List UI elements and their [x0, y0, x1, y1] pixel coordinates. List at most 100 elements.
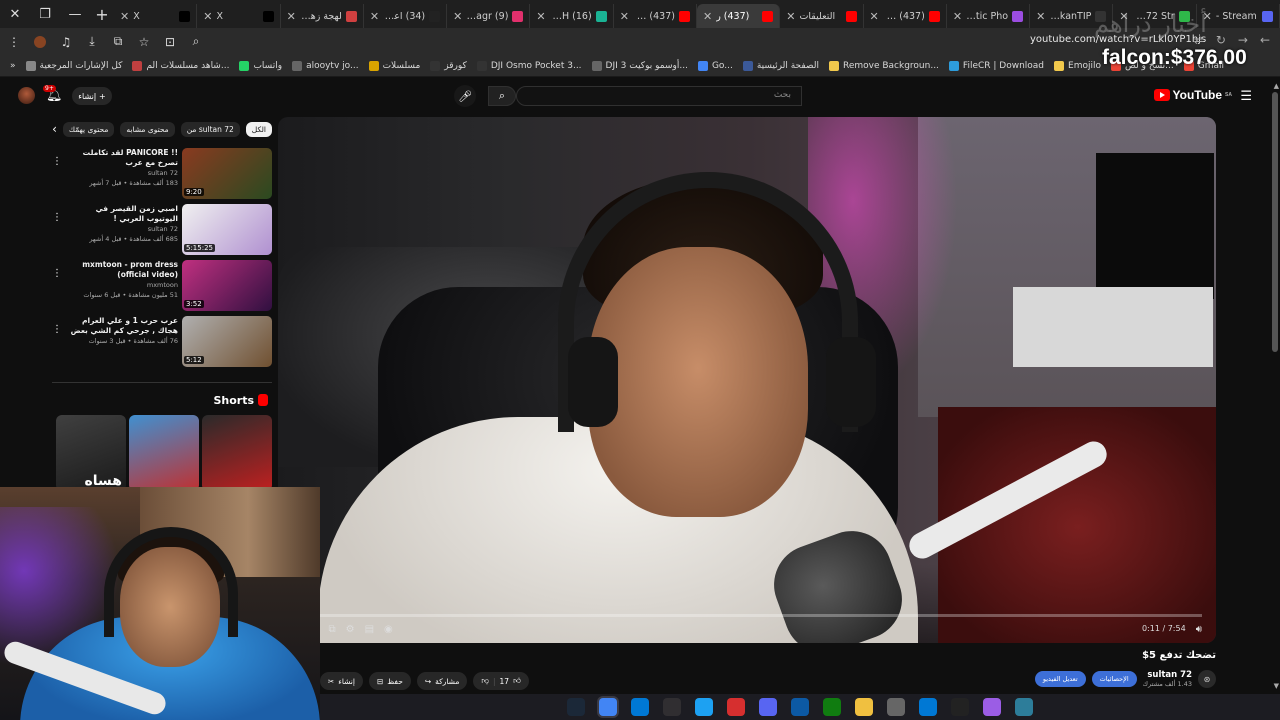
- bookmark-item[interactable]: FileCR | Download: [948, 60, 1044, 71]
- channel-name[interactable]: sultan 72: [1143, 670, 1192, 680]
- clip-button[interactable]: ✂ إنشاء: [320, 672, 363, 690]
- browser-tab[interactable]: ✕ التعليقات: [780, 4, 864, 28]
- xbox-icon[interactable]: [823, 698, 841, 716]
- explorer-icon[interactable]: [855, 698, 873, 716]
- settings-icon[interactable]: [887, 698, 905, 716]
- autoplay-toggle-icon[interactable]: ◉: [384, 624, 393, 635]
- bookmark-item[interactable]: شاهد مسلسلات الم...: [132, 60, 229, 71]
- edit-video-button[interactable]: تعديل الفيديو: [1034, 671, 1086, 687]
- menu-dots-icon[interactable]: ⋮: [6, 34, 22, 50]
- browser-tab[interactable]: ✕ (437) ر: [696, 4, 781, 28]
- bookmark-item[interactable]: Go...: [697, 60, 733, 71]
- browser-tab[interactable]: ✕ (9) Instagr: [447, 4, 531, 28]
- tab-close-icon[interactable]: ✕: [1036, 10, 1045, 23]
- tab-close-icon[interactable]: ✕: [786, 10, 795, 23]
- bing-icon[interactable]: [1015, 698, 1033, 716]
- scroll-thumb[interactable]: [1272, 92, 1278, 352]
- minimize-icon[interactable]: —: [60, 0, 90, 28]
- app-red-icon[interactable]: [727, 698, 745, 716]
- search-input[interactable]: بحث: [516, 86, 802, 106]
- steam-icon[interactable]: [567, 698, 585, 716]
- video-channel[interactable]: sultan 72: [66, 168, 178, 178]
- more-options-icon[interactable]: ⋮: [52, 156, 62, 167]
- app-teal-icon[interactable]: [695, 698, 713, 716]
- video-title[interactable]: mxmtoon - prom dress (official video): [66, 260, 178, 280]
- filter-chip[interactable]: من sultan 72: [180, 121, 240, 137]
- browser-tab[interactable]: ✕ X: [197, 4, 281, 28]
- filter-chip[interactable]: الكل: [245, 121, 272, 137]
- page-scrollbar[interactable]: ▲ ▼: [1270, 80, 1280, 692]
- browser-tab[interactable]: ✕(437) عراق: [864, 4, 947, 28]
- close-window-icon[interactable]: ✕: [0, 0, 30, 28]
- channel-avatar[interactable]: ⊛: [1198, 670, 1216, 688]
- browser-tab[interactable]: ✕ (34) اعلام: [364, 4, 448, 28]
- tab-close-icon[interactable]: ✕: [953, 10, 962, 23]
- video-thumbnail[interactable]: 3:52: [182, 260, 272, 311]
- tab-close-icon[interactable]: ✕: [620, 10, 629, 23]
- bookmark-item[interactable]: alooytv jo...: [292, 60, 359, 71]
- chrome-icon[interactable]: [599, 698, 617, 716]
- filter-chip[interactable]: محتوى يهمّك: [62, 121, 115, 137]
- save-button[interactable]: ⊟ حفظ: [368, 672, 411, 690]
- bookmark-item[interactable]: الصفحة الرئيسية: [742, 60, 819, 71]
- obs-icon[interactable]: [663, 698, 681, 716]
- more-options-icon[interactable]: ⋮: [52, 212, 62, 223]
- scroll-up-icon[interactable]: ▲: [1274, 82, 1279, 90]
- filter-chip[interactable]: محتوى مشابه: [120, 121, 175, 137]
- edge-icon[interactable]: [791, 698, 809, 716]
- video-title[interactable]: اصبي زمن القيصر في اليوتيوب العربي !: [66, 204, 178, 224]
- account-avatar[interactable]: [18, 87, 35, 104]
- bookmark-item[interactable]: Emojilo: [1054, 60, 1101, 71]
- short-thumbnail[interactable]: [202, 415, 272, 491]
- discord-icon[interactable]: [759, 698, 777, 716]
- chips-scroll-left-icon[interactable]: ‹: [42, 122, 57, 136]
- hamburger-menu-icon[interactable]: ☰: [1240, 89, 1252, 104]
- copilot-icon[interactable]: [983, 698, 1001, 716]
- short-thumbnail[interactable]: [129, 415, 199, 491]
- youtube-logo[interactable]: YouTube SA: [1153, 88, 1232, 102]
- voice-search-icon[interactable]: 🎤︎: [454, 85, 476, 107]
- browser-tab[interactable]: ✕ (437) فورت: [614, 4, 697, 28]
- settings-gear-icon[interactable]: ⚙: [346, 624, 355, 635]
- reload-icon[interactable]: ↻: [1216, 33, 1226, 47]
- list-item[interactable]: ⋮ اصبي زمن القيصر في اليوتيوب العربي ! sul…: [52, 204, 272, 258]
- video-thumbnail[interactable]: 5:15:25: [182, 204, 272, 255]
- bookmark-item[interactable]: كل الإشارات المرجعية: [25, 60, 122, 71]
- new-tab-button[interactable]: +: [90, 0, 114, 28]
- create-button[interactable]: إنشاء +: [72, 87, 112, 105]
- list-item[interactable]: ⋮ عرب حرب 1 و علي العرام هجاك , جرحي كم ا…: [52, 316, 272, 370]
- dislike-icon[interactable]: 👎︎: [481, 676, 489, 686]
- browser-tab[interactable]: ✕ لهجة زهران: [281, 4, 364, 28]
- scroll-down-icon[interactable]: ▼: [1274, 682, 1279, 690]
- tab-close-icon[interactable]: ✕: [370, 10, 379, 23]
- profile-icon[interactable]: [32, 34, 48, 50]
- video-title[interactable]: عرب حرب 1 و علي العرام هجاك , جرحي كم ال…: [66, 316, 178, 336]
- tab-close-icon[interactable]: ✕: [536, 10, 545, 23]
- video-channel[interactable]: mxmtoon: [66, 280, 178, 290]
- browser-tab[interactable]: ✕ X: [114, 4, 198, 28]
- media-control-icon[interactable]: ♫: [58, 34, 74, 50]
- search-button[interactable]: ⌕: [488, 86, 516, 106]
- subtitles-icon[interactable]: ▤: [365, 624, 374, 635]
- browser-tab[interactable]: ✕ Gartic Pho: [947, 4, 1031, 28]
- tab-close-icon[interactable]: ✕: [203, 10, 212, 23]
- volume-icon[interactable]: 🔊︎: [1196, 624, 1202, 635]
- bookmark-item[interactable]: كورقز: [430, 60, 467, 71]
- store-icon[interactable]: [631, 698, 649, 716]
- bookmark-star-icon[interactable]: ☆: [136, 34, 152, 50]
- browser-tab[interactable]: ✕ Stream -: [1197, 4, 1280, 28]
- tab-close-icon[interactable]: ✕: [453, 10, 462, 23]
- video-channel[interactable]: sultan 72: [66, 224, 178, 234]
- install-app-icon[interactable]: ⊡: [162, 34, 178, 50]
- tab-close-icon[interactable]: ✕: [870, 10, 879, 23]
- more-options-icon[interactable]: ⋮: [52, 268, 62, 279]
- bookmark-item[interactable]: DJI Osmo Pocket 3...: [476, 60, 582, 71]
- bookmark-item[interactable]: Remove Backgroun...: [828, 60, 939, 71]
- list-item[interactable]: ⋮ !! PANICORE لقد تكاملت تصرخ مع عرب sulta…: [52, 148, 272, 202]
- back-icon[interactable]: ←: [1260, 33, 1270, 47]
- bookmarks-overflow-icon[interactable]: »: [10, 61, 16, 71]
- restore-icon[interactable]: ❐: [30, 0, 60, 28]
- miniplayer-icon[interactable]: ⧉: [328, 624, 335, 635]
- forward-icon[interactable]: →: [1238, 33, 1248, 47]
- video-thumbnail[interactable]: 9:20: [182, 148, 272, 199]
